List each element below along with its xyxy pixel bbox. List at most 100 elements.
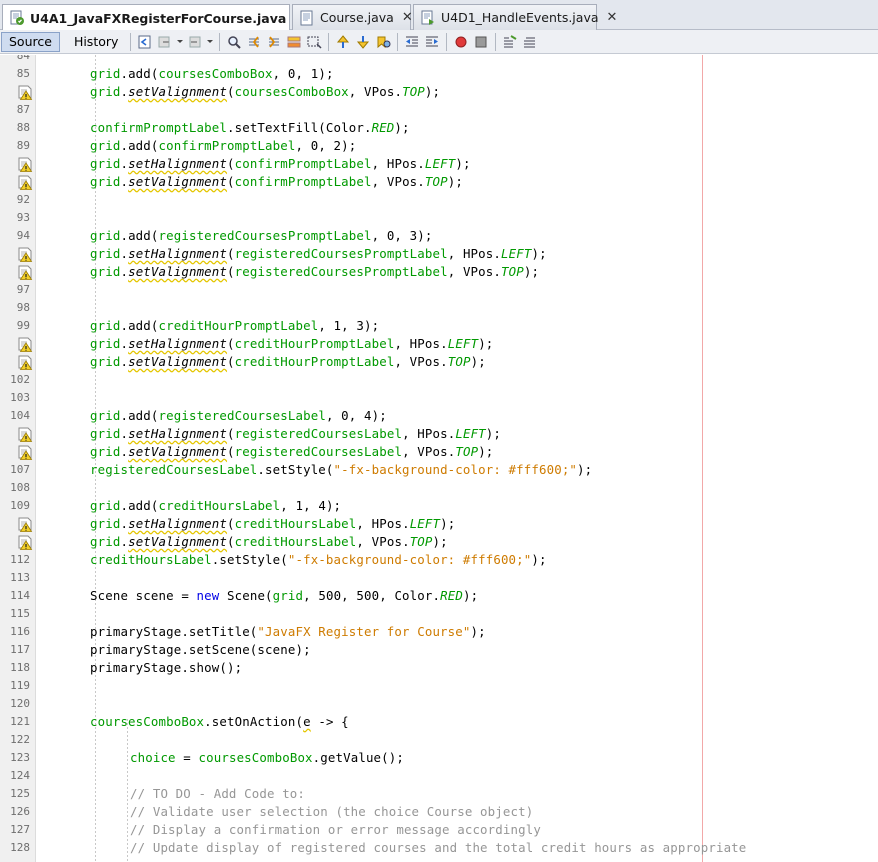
warning-icon[interactable]: [18, 246, 33, 262]
code-line[interactable]: 113: [0, 569, 878, 587]
code-editor[interactable]: 84 85 grid.add(coursesComboBox, 0, 1); grid…: [0, 55, 878, 862]
close-tab-icon[interactable]: ✕: [607, 10, 618, 25]
history-view-button[interactable]: History: [66, 32, 126, 52]
previous-bookmark-icon[interactable]: [333, 32, 353, 52]
code-line[interactable]: 108: [0, 479, 878, 497]
source-view-button[interactable]: Source: [1, 31, 60, 52]
code-line[interactable]: 103: [0, 389, 878, 407]
code-token: , 0, 1);: [272, 66, 334, 81]
code-token: creditHoursLabel: [158, 498, 281, 513]
code-line[interactable]: 97: [0, 281, 878, 299]
rectangular-selection-icon[interactable]: [304, 32, 324, 52]
warning-icon[interactable]: [18, 336, 33, 352]
code-line[interactable]: 88 confirmPromptLabel.setTextFill(Color.R…: [0, 119, 878, 137]
code-line[interactable]: 99 grid.add(creditHourPromptLabel, 1, 3);: [0, 317, 878, 335]
code-line[interactable]: 120: [0, 695, 878, 713]
code-line[interactable]: 128 // Update display of registered cours…: [0, 839, 878, 857]
code-token: );: [455, 156, 471, 171]
code-token: .setStyle(: [211, 552, 288, 567]
editor-toolbar: Source History: [0, 30, 878, 54]
code-line[interactable]: grid.setHalignment(creditHourPromptLabel…: [0, 335, 878, 353]
warning-icon[interactable]: [18, 516, 33, 532]
stop-macro-recording-icon[interactable]: [471, 32, 491, 52]
comment-icon[interactable]: [500, 32, 520, 52]
code-line[interactable]: 84: [0, 55, 878, 65]
code-line[interactable]: grid.setValignment(registeredCoursesProm…: [0, 263, 878, 281]
code-line[interactable]: grid.setHalignment(registeredCoursesLabe…: [0, 425, 878, 443]
code-line[interactable]: 126 // Validate user selection (the choic…: [0, 803, 878, 821]
code-line[interactable]: 89 grid.add(confirmPromptLabel, 0, 2);: [0, 137, 878, 155]
code-line[interactable]: grid.setHalignment(confirmPromptLabel, H…: [0, 155, 878, 173]
code-line[interactable]: 127 // Display a confirmation or error me…: [0, 821, 878, 839]
next-bookmark-icon[interactable]: [353, 32, 373, 52]
code-line[interactable]: 109 grid.add(creditHoursLabel, 1, 4);: [0, 497, 878, 515]
code-token: // Validate user selection (the choice C…: [130, 804, 534, 819]
code-line[interactable]: grid.setValignment(confirmPromptLabel, V…: [0, 173, 878, 191]
forward-icon[interactable]: [185, 32, 205, 52]
tab-course-java[interactable]: Course.java ✕: [292, 4, 413, 30]
code-line[interactable]: 98: [0, 299, 878, 317]
shift-left-icon[interactable]: [402, 32, 422, 52]
code-token: (: [227, 336, 235, 351]
chevron-down-icon[interactable]: [205, 32, 215, 52]
warning-icon[interactable]: [18, 264, 33, 280]
code-line[interactable]: 87: [0, 101, 878, 119]
line-number: 85: [16, 67, 30, 80]
code-line[interactable]: grid.setValignment(creditHoursLabel, VPo…: [0, 533, 878, 551]
code-line[interactable]: 123 choice = coursesComboBox.getValue();: [0, 749, 878, 767]
find-next-icon[interactable]: [264, 32, 284, 52]
find-icon[interactable]: [224, 32, 244, 52]
code-token: , 0, 2);: [295, 138, 357, 153]
code-line[interactable]: grid.setValignment(creditHourPromptLabel…: [0, 353, 878, 371]
code-line[interactable]: 124: [0, 767, 878, 785]
tab-u4d1-handle-events[interactable]: U4D1_HandleEvents.java ✕: [413, 4, 617, 30]
code-token: Scene(: [219, 588, 273, 603]
tab-u4a1-javafx-register[interactable]: U4A1_JavaFXRegisterForCourse.java ✕: [2, 4, 305, 31]
toggle-bookmark-icon[interactable]: [373, 32, 393, 52]
shift-right-icon[interactable]: [422, 32, 442, 52]
code-line[interactable]: 125 // TO DO - Add Code to:: [0, 785, 878, 803]
code-text: confirmPromptLabel.setTextFill(Color.RED…: [90, 119, 410, 137]
toggle-highlight-icon[interactable]: [284, 32, 304, 52]
code-line[interactable]: 92: [0, 191, 878, 209]
code-line[interactable]: grid.setValignment(registeredCoursesLabe…: [0, 443, 878, 461]
start-macro-recording-icon[interactable]: [451, 32, 471, 52]
warning-icon[interactable]: [18, 84, 33, 100]
code-line[interactable]: 114 Scene scene = new Scene(grid, 500, 50…: [0, 587, 878, 605]
code-line[interactable]: grid.setValignment(coursesComboBox, VPos…: [0, 83, 878, 101]
warning-icon[interactable]: [18, 426, 33, 442]
code-token: .: [120, 444, 129, 459]
code-line[interactable]: 116 primaryStage.setTitle("JavaFX Registe…: [0, 623, 878, 641]
close-tab-icon[interactable]: ✕: [402, 10, 413, 25]
back-icon[interactable]: [155, 32, 175, 52]
warning-icon[interactable]: [18, 354, 33, 370]
uncomment-icon[interactable]: [520, 32, 540, 52]
code-line[interactable]: 117 primaryStage.setScene(scene);: [0, 641, 878, 659]
code-line[interactable]: 119: [0, 677, 878, 695]
warning-icon[interactable]: [18, 444, 33, 460]
code-line[interactable]: 112 creditHoursLabel.setStyle("-fx-backgr…: [0, 551, 878, 569]
code-line[interactable]: 102: [0, 371, 878, 389]
code-line[interactable]: 115: [0, 605, 878, 623]
code-token: , VPos.: [371, 174, 425, 189]
warning-icon[interactable]: [18, 174, 33, 190]
code-line[interactable]: 118 primaryStage.show();: [0, 659, 878, 677]
code-line[interactable]: 121 coursesComboBox.setOnAction(e -> {: [0, 713, 878, 731]
code-line[interactable]: 94 grid.add(registeredCoursesPromptLabel,…: [0, 227, 878, 245]
code-token: // TO DO - Add Code to:: [130, 786, 306, 801]
find-previous-icon[interactable]: [244, 32, 264, 52]
code-line[interactable]: grid.setHalignment(creditHoursLabel, HPo…: [0, 515, 878, 533]
code-line[interactable]: 122: [0, 731, 878, 749]
warning-icon[interactable]: [18, 534, 33, 550]
last-edit-icon[interactable]: [135, 32, 155, 52]
code-token: grid: [90, 336, 121, 351]
code-line[interactable]: 104 grid.add(registeredCoursesLabel, 0, 4…: [0, 407, 878, 425]
warning-icon[interactable]: [18, 156, 33, 172]
code-line[interactable]: grid.setHalignment(registeredCoursesProm…: [0, 245, 878, 263]
code-line[interactable]: 85 grid.add(coursesComboBox, 0, 1);: [0, 65, 878, 83]
code-token: (: [227, 534, 235, 549]
chevron-down-icon[interactable]: [175, 32, 185, 52]
code-line[interactable]: 107 registeredCoursesLabel.setStyle("-fx-…: [0, 461, 878, 479]
code-token: .getValue();: [312, 750, 404, 765]
code-line[interactable]: 93: [0, 209, 878, 227]
